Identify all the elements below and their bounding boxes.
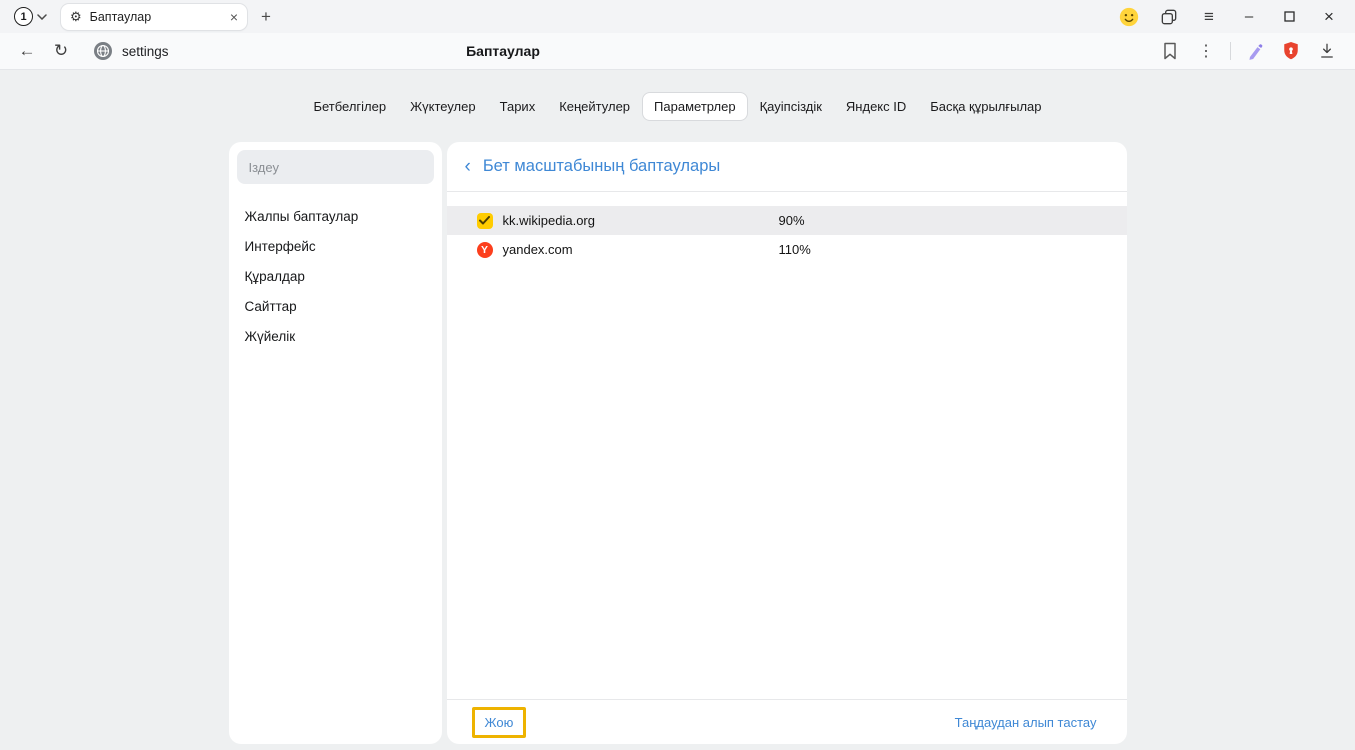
panel-footer: Жою Таңдаудан алып тастау — [447, 699, 1127, 744]
table-row[interactable]: kk.wikipedia.org 90% — [447, 206, 1127, 235]
bookmark-icon[interactable] — [1152, 38, 1188, 64]
reload-icon[interactable]: ↻ — [44, 41, 78, 61]
page-zoom-panel: ‹ Бет масштабының баптаулары kk.wikipedi… — [447, 142, 1127, 744]
browser-tab-bar: 1 ⚙ Баптаулар × + ≡ – × — [0, 0, 1355, 33]
sidebar-item-interface[interactable]: Интерфейс — [237, 232, 434, 261]
delete-button[interactable]: Жою — [472, 707, 527, 738]
all-tabs-icon[interactable] — [1149, 4, 1189, 30]
site-name: kk.wikipedia.org — [503, 213, 779, 228]
nav-tab-extensions[interactable]: Кеңейтулер — [547, 92, 642, 121]
sidebar-item-sites[interactable]: Сайттар — [237, 292, 434, 321]
row-checkbox-checked[interactable] — [477, 213, 493, 229]
close-button[interactable]: × — [1309, 3, 1349, 31]
chevron-down-icon — [37, 14, 47, 20]
more-options-icon[interactable]: ⋮ — [1188, 38, 1224, 64]
nav-tab-security[interactable]: Қауіпсіздік — [748, 92, 834, 121]
tab-close-icon[interactable]: × — [230, 9, 238, 25]
downloads-icon[interactable] — [1309, 38, 1345, 64]
nav-tab-other-devices[interactable]: Басқа құрылғылар — [918, 92, 1053, 121]
sidebar-item-tools[interactable]: Құралдар — [237, 262, 434, 291]
yandex-favicon: Y — [477, 242, 493, 258]
tab-title: Баптаулар — [90, 10, 222, 24]
toolbar-page-title: Баптаулар — [466, 43, 540, 59]
maximize-icon — [1284, 11, 1295, 22]
browser-toolbar: ← ↻ settings Баптаулар ⋮ — [0, 33, 1355, 70]
protect-shield-icon[interactable] — [1273, 38, 1309, 64]
sidebar-item-general[interactable]: Жалпы баптаулар — [237, 202, 434, 231]
site-name: yandex.com — [503, 242, 779, 257]
minimize-button[interactable]: – — [1229, 3, 1269, 31]
back-icon[interactable]: ← — [10, 41, 44, 61]
settings-sidebar: Жалпы баптаулар Интерфейс Құралдар Сайтт… — [229, 142, 442, 744]
table-row[interactable]: Y yandex.com 110% — [447, 235, 1127, 264]
nav-tab-bookmarks[interactable]: Бетбелгілер — [301, 92, 398, 121]
panel-header: ‹ Бет масштабының баптаулары — [447, 142, 1127, 192]
sidebar-item-system[interactable]: Жүйелік — [237, 322, 434, 351]
settings-content: Жалпы баптаулар Интерфейс Құралдар Сайтт… — [229, 142, 1127, 744]
check-icon — [479, 216, 490, 225]
new-tab-button[interactable]: + — [253, 5, 279, 29]
page-title: Бет масштабының баптаулары — [483, 157, 720, 176]
zoom-value: 110% — [779, 242, 811, 257]
browser-tab-settings[interactable]: ⚙ Баптаулар × — [61, 4, 247, 30]
address-input[interactable]: settings — [122, 44, 169, 59]
site-badge-icon[interactable] — [92, 40, 114, 62]
settings-search[interactable] — [237, 150, 434, 184]
nav-tab-downloads[interactable]: Жүктеулер — [398, 92, 488, 121]
maximize-button[interactable] — [1269, 3, 1309, 31]
tab-count-badge: 1 — [14, 7, 33, 26]
menu-icon[interactable]: ≡ — [1189, 4, 1229, 30]
toolbar-divider — [1230, 42, 1231, 60]
plus-points-icon[interactable] — [1109, 4, 1149, 30]
zoom-sites-list: kk.wikipedia.org 90% Y yandex.com 110% — [447, 206, 1127, 699]
search-input[interactable] — [249, 160, 422, 175]
deselect-link[interactable]: Таңдаудан алып тастау — [955, 715, 1097, 730]
zoom-value: 90% — [779, 213, 805, 228]
nav-tab-history[interactable]: Тарих — [488, 92, 548, 121]
nav-tab-yandex-id[interactable]: Яндекс ID — [834, 92, 918, 121]
nav-tab-settings[interactable]: Параметрлер — [642, 92, 748, 121]
gear-icon: ⚙ — [70, 10, 82, 23]
tab-group-button[interactable]: 1 — [10, 7, 51, 26]
back-chevron-icon[interactable]: ‹ — [463, 157, 473, 176]
pen-icon[interactable] — [1237, 38, 1273, 64]
settings-nav-tabs: Бетбелгілер Жүктеулер Тарих Кеңейтулер П… — [0, 92, 1355, 121]
